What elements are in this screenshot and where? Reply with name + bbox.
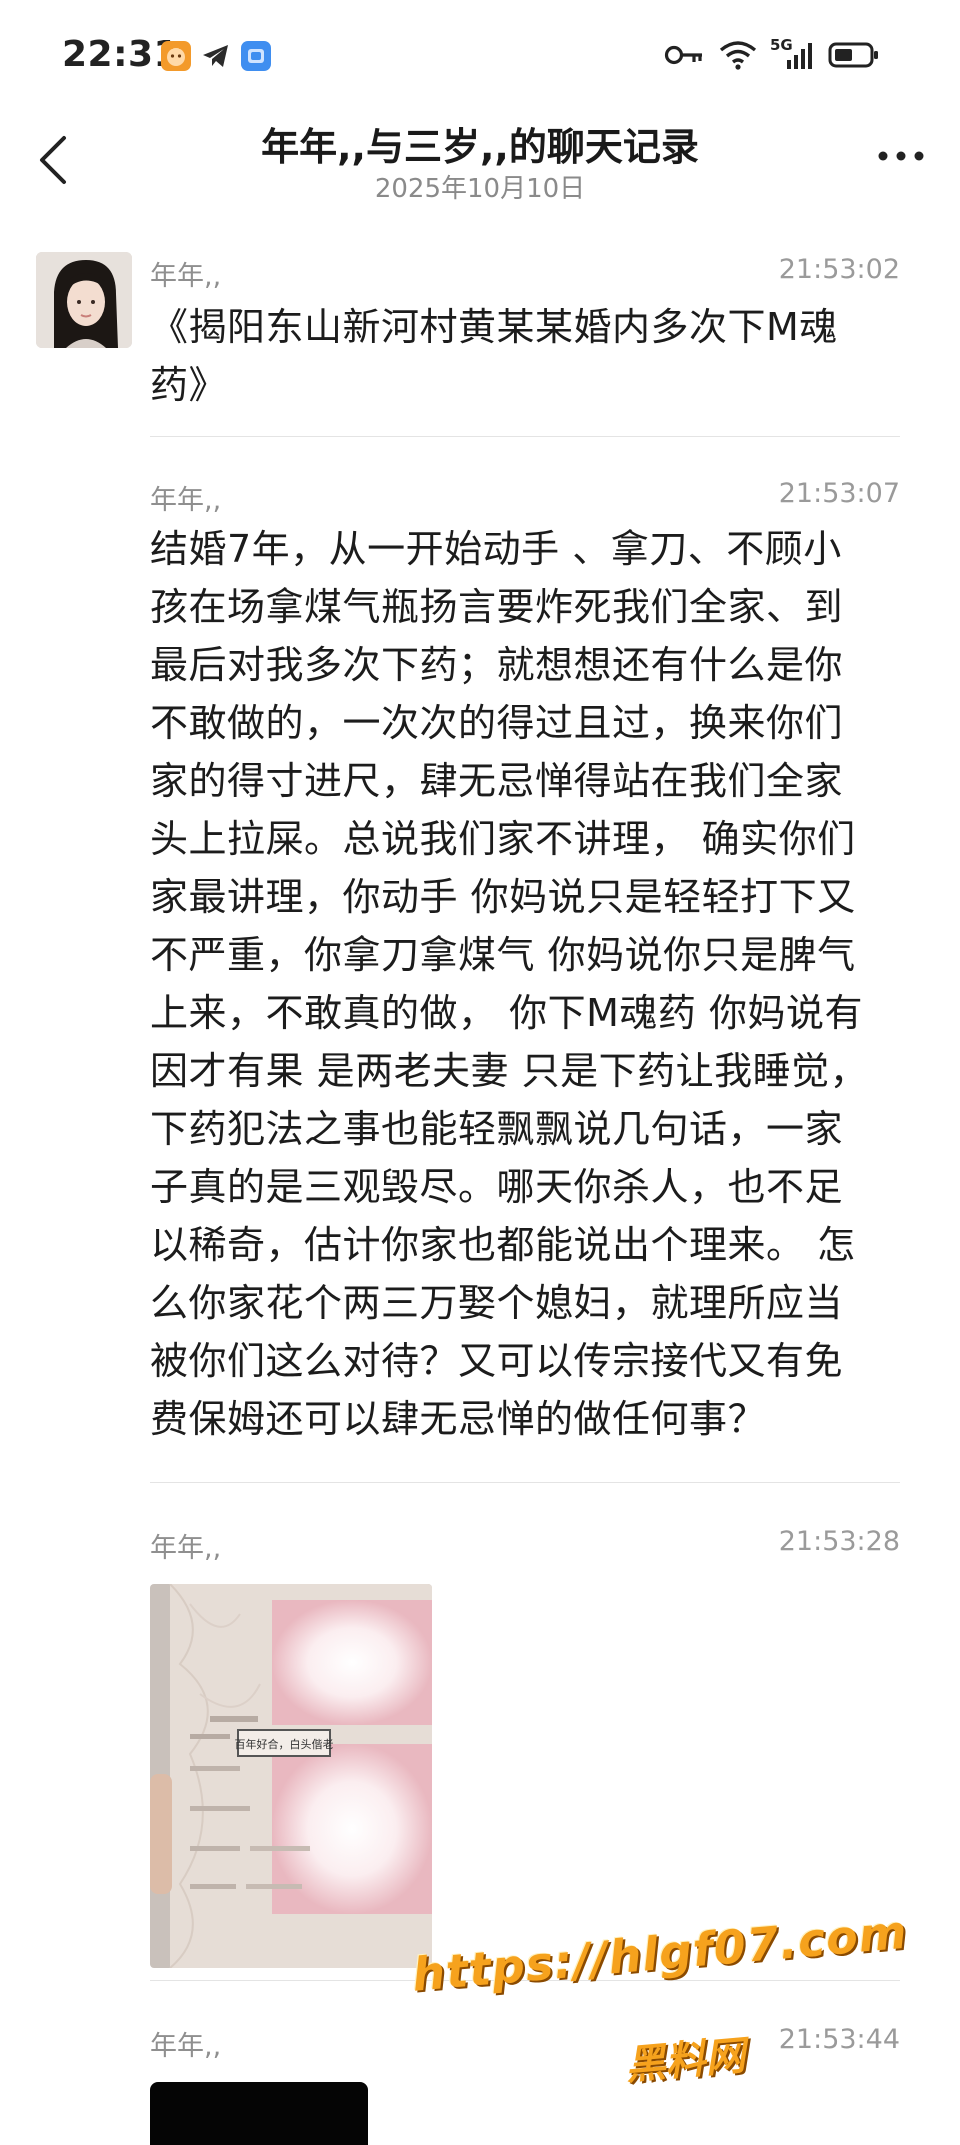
blue-app-icon (241, 41, 271, 71)
message-line: 家最讲理，你动手 你妈说只是轻轻打下又 (150, 875, 856, 919)
message-line: 头上拉屎。总说我们家不讲理， 确实你们 (150, 817, 856, 861)
chat-date: 2025年10月10日 (374, 174, 586, 204)
message-sender: 年年,, (150, 1533, 222, 1564)
status-bar: 22:31 5G (0, 0, 960, 110)
message-sender: 年年,, (150, 261, 222, 292)
message-line: 因才有果 是两老夫妻 只是下药让我睡觉， (150, 1049, 869, 1093)
message-line: 孩在场拿煤气瓶扬言要炸死我们全家、到 (150, 585, 844, 629)
message-line: 上来，不敢真的做， 你下M魂药 你妈说有 (150, 991, 863, 1035)
message-line: 以稀奇，估计你家也都能说出个理来。 怎 (150, 1223, 856, 1267)
watermark: https://hlgf07.com 黑料网 (410, 1905, 910, 2098)
message-line: 最后对我多次下药；就想想还有什么是你 (150, 643, 844, 687)
message-time: 21:53:28 (778, 1526, 900, 1557)
message-line: 《揭阳东山新河村黄某某婚内多次下M魂 (150, 305, 838, 349)
key-icon (664, 45, 702, 65)
notification-icons (160, 40, 272, 72)
battery-icon (828, 42, 878, 68)
chat-header: 年年,,与三岁,,的聊天记录 2025年10月10日 (0, 110, 960, 210)
page-title: 年年,,与三岁,,的聊天记录 (261, 125, 699, 169)
chat-message[interactable]: 年年,, 21:53:07 结婚7年，从一开始动手 、拿刀、不顾小 孩在场拿煤气… (150, 478, 900, 1458)
message-line: 药》 (150, 363, 228, 407)
avatar[interactable] (36, 252, 132, 348)
message-line: 不敢做的，一次次的得过且过，换来你们 (150, 701, 844, 745)
cat-app-icon (161, 41, 191, 71)
more-dots-icon[interactable] (876, 146, 926, 166)
message-time: 21:53:07 (778, 478, 900, 509)
watermark-name: 黑料网 (623, 2032, 748, 2090)
message-time: 21:53:02 (778, 254, 900, 285)
message-line: 下药犯法之事也能轻飘飘说几句话，一家 (150, 1107, 844, 1151)
message-line: 么你家花个两三万娶个媳妇，就理所应当 (150, 1281, 844, 1325)
message-line: 费保姆还可以肆无忌惮的做任何事？ (150, 1397, 767, 1441)
message-divider (150, 436, 900, 437)
message-text: 《揭阳东山新河村黄某某婚内多次下M魂 药》 (150, 298, 838, 414)
marriage-certificate-photo[interactable]: 百年好合，白头偕老 (150, 1584, 432, 1968)
message-divider (150, 1482, 900, 1483)
system-icons: 5G (664, 36, 880, 72)
message-sender: 年年,, (150, 2031, 222, 2062)
redacted-black-image[interactable] (150, 2082, 368, 2145)
certificate-caption: 百年好合，白头偕老 (235, 1737, 334, 1751)
message-text: 结婚7年，从一开始动手 、拿刀、不顾小 孩在场拿煤气瓶扬言要炸死我们全家、到 最… (150, 520, 868, 1448)
chat-message[interactable]: 年年,, 21:53:02 《揭阳东山新河村黄某某婚内多次下M魂 药》 (150, 254, 900, 424)
message-line: 家的得寸进尺，肆无忌惮得站在我们全家 (150, 759, 844, 803)
message-line: 不严重，你拿刀拿煤气 你妈说你只是脾气 (150, 933, 856, 977)
message-sender: 年年,, (150, 485, 222, 516)
signal-5g-icon: 5G (770, 36, 816, 72)
telegram-icon (203, 45, 228, 67)
message-line: 子真的是三观毁尽。哪天你杀人，也不足 (150, 1165, 844, 1209)
wifi-icon (719, 41, 757, 70)
message-line: 被你们这么对待？又可以传宗接代又有免 (150, 1339, 844, 1383)
message-line: 结婚7年，从一开始动手 、拿刀、不顾小 (150, 527, 842, 571)
